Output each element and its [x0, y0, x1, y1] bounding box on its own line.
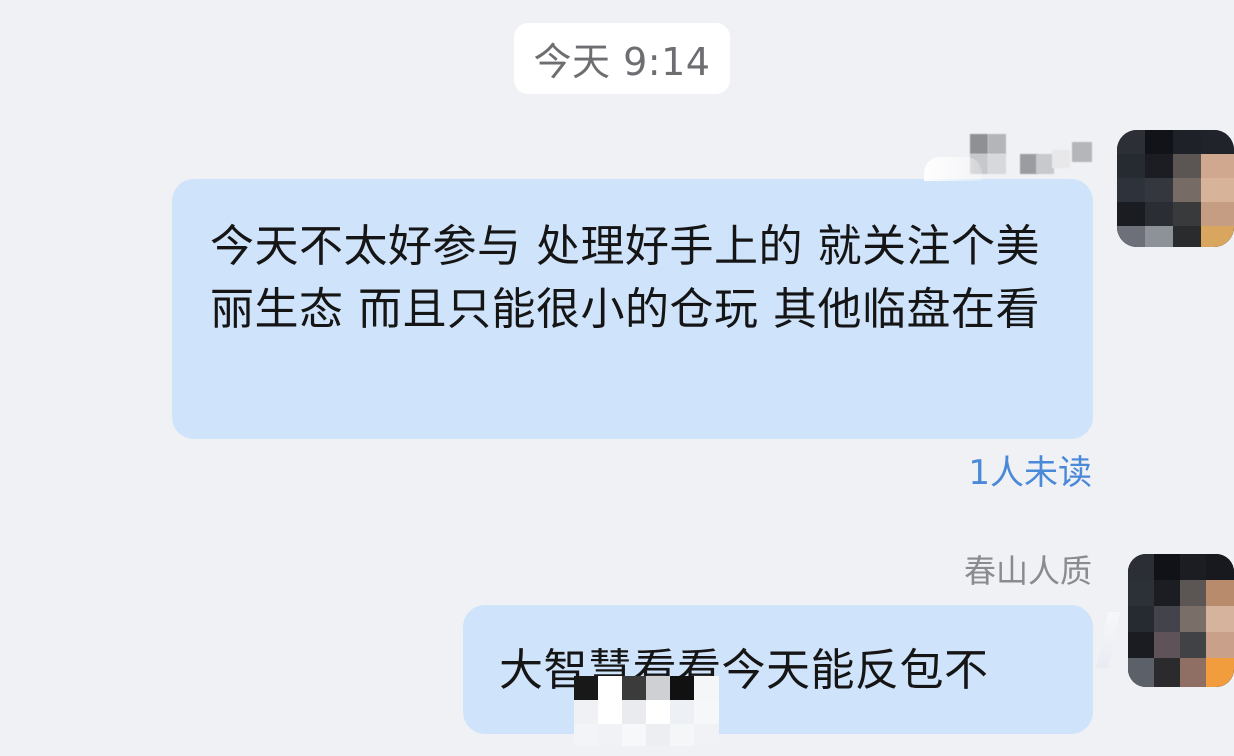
message-bubble[interactable]: 今天不太好参与 处理好手上的 就关注个美丽生态 而且只能很小的仓玩 其他临盘在看 [172, 157, 1093, 439]
message-text: 今天不太好参与 处理好手上的 就关注个美丽生态 而且只能很小的仓玩 其他临盘在看 [210, 221, 1040, 335]
read-status[interactable]: 1人未读 [968, 456, 1092, 490]
redaction-mask [574, 676, 719, 746]
sender-name: 春山人质 [963, 552, 1092, 590]
message-text: 大智慧看看今天能反包不 [499, 645, 989, 696]
bubble-tail-highlight [924, 157, 982, 181]
message-bubble[interactable]: 大智慧看看今天能反包不 [463, 605, 1093, 734]
decorative-edge [1096, 612, 1120, 668]
message-date-time: 今天 9:14 [514, 23, 730, 94]
user-avatar[interactable] [1117, 130, 1234, 247]
person-avatar-icon [1128, 554, 1234, 687]
user-avatar[interactable] [1128, 554, 1234, 687]
partial-read-status [985, 742, 1095, 756]
person-avatar-icon [1117, 130, 1234, 247]
